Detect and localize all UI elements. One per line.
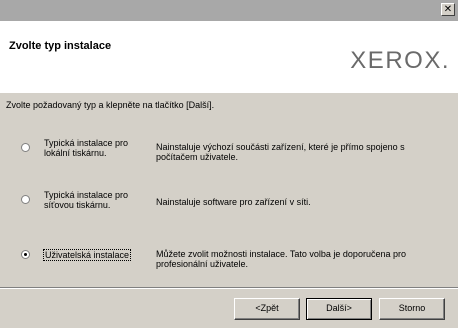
header-divider: [0, 92, 458, 93]
option-description: Můžete zvolit možnosti instalace. Tato v…: [156, 249, 406, 269]
page-title: Zvolte typ instalace: [9, 40, 112, 52]
close-icon: ✕: [443, 4, 453, 15]
option-label[interactable]: Typická instalace pro síťovou tiskárnu.: [44, 190, 144, 210]
close-button[interactable]: ✕: [441, 3, 455, 16]
option-label[interactable]: Typická instalace pro lokální tiskárnu.: [44, 138, 144, 158]
option-description: Nainstaluje software pro zařízení v síti…: [156, 197, 311, 207]
option-label[interactable]: Uživatelská instalace: [43, 249, 132, 261]
cancel-button[interactable]: Storno: [379, 298, 445, 320]
title-bar: ✕: [0, 0, 458, 21]
xerox-logo: XEROX.: [350, 47, 450, 74]
next-button[interactable]: Další>: [306, 298, 372, 320]
radio-custom-install[interactable]: [21, 250, 30, 259]
option-description: Nainstaluje výchozí součásti zařízení, k…: [156, 142, 405, 162]
radio-network-printer[interactable]: [21, 195, 30, 204]
back-button[interactable]: <Zpět: [234, 298, 300, 320]
header-panel: Zvolte typ instalace XEROX.: [0, 21, 458, 93]
installer-window: ✕ Zvolte typ instalace XEROX. Zvolte pož…: [0, 0, 458, 328]
radio-local-printer[interactable]: [21, 143, 30, 152]
instruction-text: Zvolte požadovaný typ a klepněte na tlač…: [6, 100, 215, 110]
footer-divider: [0, 287, 458, 289]
